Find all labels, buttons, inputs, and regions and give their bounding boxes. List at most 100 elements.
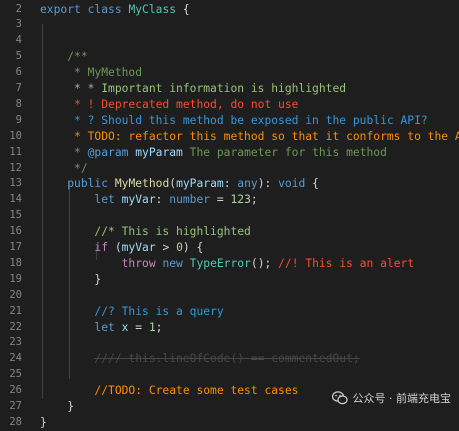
code-token: (); — [250, 256, 279, 270]
line-number: 20 — [9, 288, 22, 301]
code-token: * ! Deprecated method, do not use — [74, 97, 299, 111]
line-number: 10 — [9, 129, 22, 142]
wechat-icon — [331, 391, 348, 405]
code-token: : — [223, 177, 238, 191]
line-number: 24 — [9, 352, 22, 365]
code-token: > — [155, 241, 177, 254]
code-line[interactable]: 10 * TODO: refactor this method so that … — [0, 129, 459, 145]
watermark-text: 公众号 · 前端充电宝 — [352, 392, 452, 405]
code-line[interactable]: 23 — [0, 335, 459, 351]
code-token: let — [94, 193, 115, 207]
code-line[interactable]: 17 if (myVar > 0) { — [0, 240, 459, 256]
code-line[interactable]: 5 /** — [0, 49, 459, 65]
line-number: 14 — [9, 193, 22, 206]
code-text: * ! Deprecated method, do not use — [40, 97, 298, 113]
code-text: let myVar: number = 123; — [40, 192, 258, 208]
code-text: * MyMethod — [40, 65, 142, 81]
line-number: 15 — [9, 209, 22, 222]
code-token: //? This is a query — [94, 304, 224, 318]
code-token: * MyMethod — [74, 66, 143, 80]
code-token: any — [237, 177, 258, 191]
code-line[interactable]: 18 throw new TypeError(); //! This is an… — [0, 256, 459, 272]
code-text: } — [40, 399, 74, 415]
line-number: 16 — [9, 225, 22, 238]
code-text: public MyMethod(myParam: any): void { — [40, 176, 319, 192]
code-line[interactable]: 22 let x = 1; — [0, 320, 459, 336]
line-number: 8 — [15, 97, 22, 110]
code-token: public — [67, 177, 109, 191]
code-token: myParam — [176, 177, 224, 191]
code-token: void — [278, 177, 306, 191]
code-text: } — [40, 415, 47, 431]
code-line[interactable]: 7 * * Important information is highlight… — [0, 81, 459, 97]
code-line[interactable]: 8 * ! Deprecated method, do not use — [0, 97, 459, 113]
code-token: throw — [121, 256, 156, 270]
code-line[interactable]: 12 */ — [0, 161, 459, 177]
code-token: let — [94, 320, 115, 334]
line-number: 11 — [9, 145, 22, 158]
code-line[interactable]: 13 public MyMethod(myParam: any): void { — [0, 176, 459, 192]
code-token: * ? Should this method be exposed in the… — [74, 113, 428, 127]
code-token: ) { — [182, 241, 204, 254]
code-line[interactable]: 9 * ? Should this method be exposed in t… — [0, 113, 459, 129]
code-text: export class MyClass { — [40, 2, 190, 18]
code-line[interactable]: 25 — [0, 367, 459, 383]
line-number: 5 — [15, 50, 22, 63]
code-line[interactable]: 11 * @param myParam The parameter for th… — [0, 145, 459, 161]
code-text: //* This is highlighted — [40, 224, 251, 240]
code-line[interactable]: 20 — [0, 288, 459, 304]
code-text: * ? Should this method be exposed in the… — [40, 113, 428, 129]
code-text: throw new TypeError(); //! This is an al… — [40, 256, 415, 272]
code-token: myParam — [135, 145, 183, 159]
code-editor[interactable]: 2 export class MyClass {3 4 5 /** 6 * MyMeth… — [0, 0, 459, 429]
line-number: 4 — [15, 34, 22, 47]
code-line[interactable]: 28} — [0, 415, 459, 431]
code-line[interactable]: 21 //? This is a query — [0, 304, 459, 320]
line-number: 22 — [9, 320, 22, 333]
line-number: 17 — [9, 241, 22, 253]
code-line[interactable]: 6 * MyMethod — [0, 65, 459, 81]
line-number: 12 — [9, 161, 22, 174]
code-token: TypeError — [189, 256, 251, 270]
code-line[interactable]: 2 export class MyClass { — [0, 2, 459, 18]
code-line[interactable]: 19 } — [0, 272, 459, 288]
line-number: 7 — [15, 82, 22, 94]
code-token: The parameter for this method — [182, 145, 387, 159]
code-text: /** — [40, 49, 88, 65]
code-token: 0 — [176, 241, 183, 254]
code-token: ; — [250, 193, 258, 207]
code-line[interactable]: 16 //* This is highlighted — [0, 224, 459, 240]
code-line[interactable]: 14 let myVar: number = 123; — [0, 192, 459, 208]
code-line[interactable]: 3 — [0, 17, 459, 33]
line-number: 28 — [9, 415, 22, 428]
code-token: //* This is highlighted — [94, 225, 251, 239]
code-token: new — [162, 256, 183, 270]
code-token: * — [74, 145, 88, 159]
code-token: myVar — [121, 193, 156, 207]
line-number: 6 — [15, 66, 22, 79]
code-token: 123 — [230, 193, 251, 207]
code-line[interactable]: 24 //// this.lineOfCode() == commentedOu… — [0, 351, 459, 367]
code-token: //! This is an alert — [278, 256, 415, 270]
line-number: 23 — [9, 336, 22, 349]
code-token: /** — [67, 50, 88, 64]
code-line[interactable]: 4 — [0, 33, 459, 49]
code-token: MyClass — [128, 2, 177, 16]
code-token: //// this.lineOfCode() == commentedOut; — [94, 352, 360, 366]
code-line[interactable]: 15 — [0, 208, 459, 224]
code-token: export — [40, 2, 81, 16]
